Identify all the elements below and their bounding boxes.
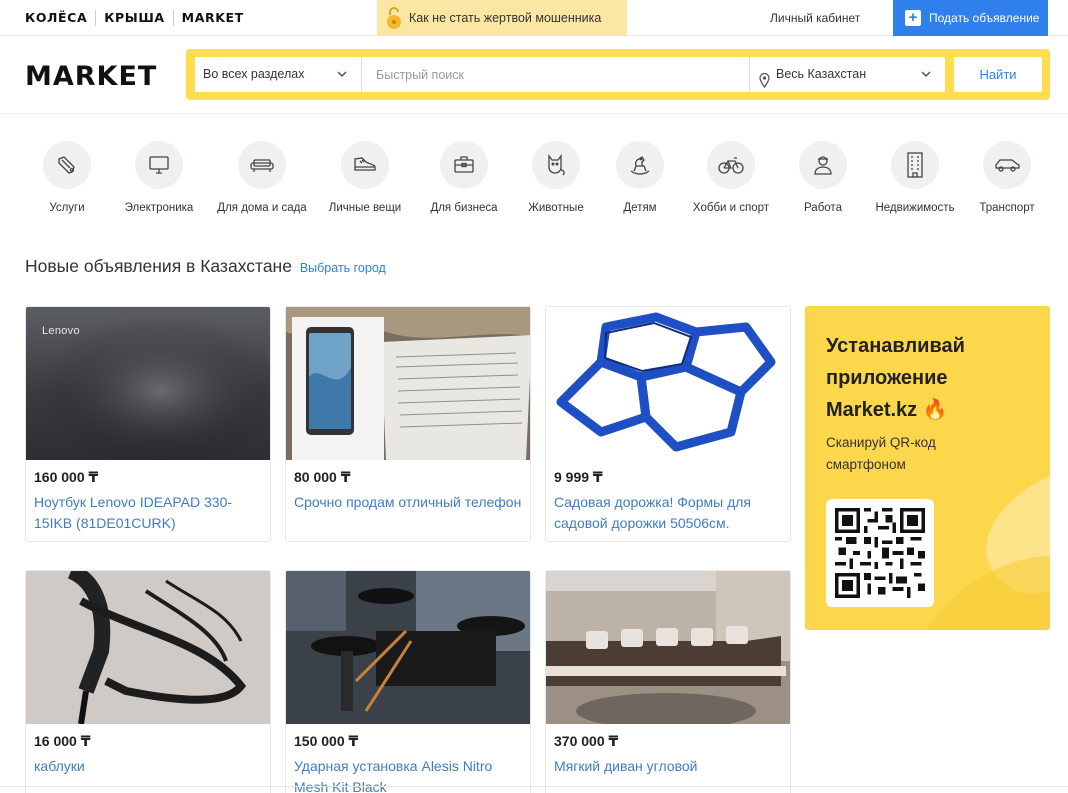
fraud-warning-text: Как не стать жертвой мошенника bbox=[409, 11, 602, 25]
lock-icon bbox=[385, 6, 403, 30]
monitor-icon bbox=[135, 141, 183, 189]
car-icon bbox=[983, 141, 1031, 189]
post-ad-label: Подать объявление bbox=[929, 11, 1040, 25]
region-select-value: Весь Казахстан bbox=[776, 67, 867, 81]
listing-price: 16 000 ₸ bbox=[34, 733, 91, 749]
category-label: Услуги bbox=[49, 202, 85, 214]
listing-price: 370 000 ₸ bbox=[554, 733, 619, 749]
promo-subtext: Сканируй QR-код смартфоном bbox=[826, 435, 936, 472]
category-personal-items[interactable]: Личные вещи bbox=[315, 141, 415, 214]
worker-icon bbox=[799, 141, 847, 189]
listing-photo-brand-text: Lenovo bbox=[42, 325, 80, 337]
category-services[interactable]: Услуги bbox=[17, 141, 117, 214]
listing-card[interactable]: Lenovo 160 000 ₸ Ноутбук Lenovo IDEAPAD … bbox=[25, 306, 271, 542]
building-icon bbox=[891, 141, 939, 189]
category-electronics[interactable]: Электроника bbox=[109, 141, 209, 214]
sofa-icon bbox=[238, 141, 286, 189]
personal-cabinet-link[interactable]: Личный кабинет bbox=[770, 0, 860, 36]
bicycle-icon bbox=[707, 141, 755, 189]
category-label: Личные вещи bbox=[328, 202, 402, 214]
briefcase-icon bbox=[440, 141, 488, 189]
category-label: Транспорт bbox=[979, 202, 1035, 214]
section-title: Новые объявления в Казахстане Выбрать го… bbox=[25, 256, 386, 277]
chevron-down-icon bbox=[921, 57, 931, 92]
category-home-garden[interactable]: Для дома и сада bbox=[212, 141, 312, 214]
listing-card[interactable]: 16 000 ₸ каблуки bbox=[25, 570, 271, 793]
listing-photo bbox=[546, 571, 790, 724]
search-bar: Во всех разделах Весь Казахстан Найти bbox=[186, 49, 1050, 100]
chevron-down-icon bbox=[337, 57, 347, 92]
plus-icon: + bbox=[905, 10, 921, 26]
section-select[interactable]: Во всех разделах bbox=[195, 57, 362, 92]
brand-link-krysha[interactable]: КРЫША bbox=[95, 10, 172, 26]
category-label: Для бизнеса bbox=[430, 202, 498, 214]
listing-price: 9 999 ₸ bbox=[554, 469, 603, 485]
promo-heading: Устанавливай приложение Market.kz 🔥 bbox=[826, 335, 965, 421]
category-label: Электроника bbox=[124, 202, 194, 214]
listing-photo bbox=[286, 307, 530, 460]
listing-card[interactable]: 370 000 ₸ Мягкий диван угловой bbox=[545, 570, 791, 793]
section-select-value: Во всех разделах bbox=[203, 67, 305, 81]
rocking-horse-icon bbox=[616, 141, 664, 189]
listing-card[interactable]: 80 000 ₸ Срочно продам отличный телефон bbox=[285, 306, 531, 542]
header: MARKET Во всех разделах Весь Казахстан Н… bbox=[0, 36, 1068, 114]
listing-photo: Lenovo bbox=[26, 307, 270, 460]
quick-search-input[interactable] bbox=[363, 57, 748, 92]
category-label: Детям bbox=[623, 202, 657, 214]
fraud-warning-link[interactable]: Как не стать жертвой мошенника bbox=[377, 0, 627, 36]
category-hobby-sport[interactable]: Хобби и спорт bbox=[681, 141, 781, 214]
listing-photo bbox=[546, 307, 790, 460]
search-fields: Во всех разделах Весь Казахстан bbox=[195, 57, 945, 92]
brand-link-market[interactable]: MARKET bbox=[172, 10, 252, 26]
category-business[interactable]: Для бизнеса bbox=[414, 141, 514, 214]
page-bottom-divider bbox=[0, 786, 1068, 787]
listing-photo bbox=[26, 571, 270, 724]
brand-link-kolesa[interactable]: КОЛЁСА bbox=[25, 10, 95, 26]
brand-links: КОЛЁСА КРЫША MARKET bbox=[25, 0, 252, 36]
category-kids[interactable]: Детям bbox=[590, 141, 690, 214]
sneaker-icon bbox=[341, 141, 389, 189]
listing-title: Ударная установка Alesis Nitro Mesh Kit … bbox=[294, 758, 493, 793]
category-label: Работа bbox=[804, 202, 842, 214]
top-bar: КОЛЁСА КРЫША MARKET Как не стать жертвой… bbox=[0, 0, 1068, 36]
category-transport[interactable]: Транспорт bbox=[957, 141, 1057, 214]
listing-title: Ноутбук Lenovo IDEAPAD 330-15IKB (81DE01… bbox=[34, 494, 233, 531]
wrench-icon bbox=[43, 141, 91, 189]
post-ad-button[interactable]: + Подать объявление bbox=[893, 0, 1048, 36]
listing-price: 80 000 ₸ bbox=[294, 469, 351, 485]
listing-price: 150 000 ₸ bbox=[294, 733, 359, 749]
category-label: Недвижимость bbox=[875, 202, 955, 214]
category-label: Для дома и сада bbox=[217, 202, 307, 214]
listing-title: каблуки bbox=[34, 758, 85, 774]
listing-title: Садовая дорожка! Формы для садовой дорож… bbox=[554, 494, 751, 531]
listing-photo bbox=[286, 571, 530, 724]
category-label: Хобби и спорт bbox=[692, 202, 770, 214]
listing-card[interactable]: 150 000 ₸ Ударная установка Alesis Nitro… bbox=[285, 570, 531, 793]
category-real-estate[interactable]: Недвижимость bbox=[865, 141, 965, 214]
region-select[interactable]: Весь Казахстан bbox=[749, 57, 945, 92]
section-title-text: Новые объявления в Казахстане bbox=[25, 256, 292, 276]
choose-city-link[interactable]: Выбрать город bbox=[300, 261, 386, 275]
listing-card[interactable]: 9 999 ₸ Садовая дорожка! Формы для садов… bbox=[545, 306, 791, 542]
listing-title: Мягкий диван угловой bbox=[554, 758, 698, 774]
market-logo[interactable]: MARKET bbox=[25, 61, 157, 92]
qr-code[interactable] bbox=[826, 499, 934, 607]
app-promo-banner: Устанавливай приложение Market.kz 🔥 Скан… bbox=[805, 306, 1050, 630]
category-jobs[interactable]: Работа bbox=[773, 141, 873, 214]
listing-title: Срочно продам отличный телефон bbox=[294, 494, 522, 510]
location-pin-icon bbox=[759, 67, 770, 102]
find-button[interactable]: Найти bbox=[954, 57, 1042, 92]
listing-price: 160 000 ₸ bbox=[34, 469, 99, 485]
cat-icon bbox=[532, 141, 580, 189]
category-list: Услуги Электроника Для дома и сада Личны… bbox=[25, 141, 1055, 231]
